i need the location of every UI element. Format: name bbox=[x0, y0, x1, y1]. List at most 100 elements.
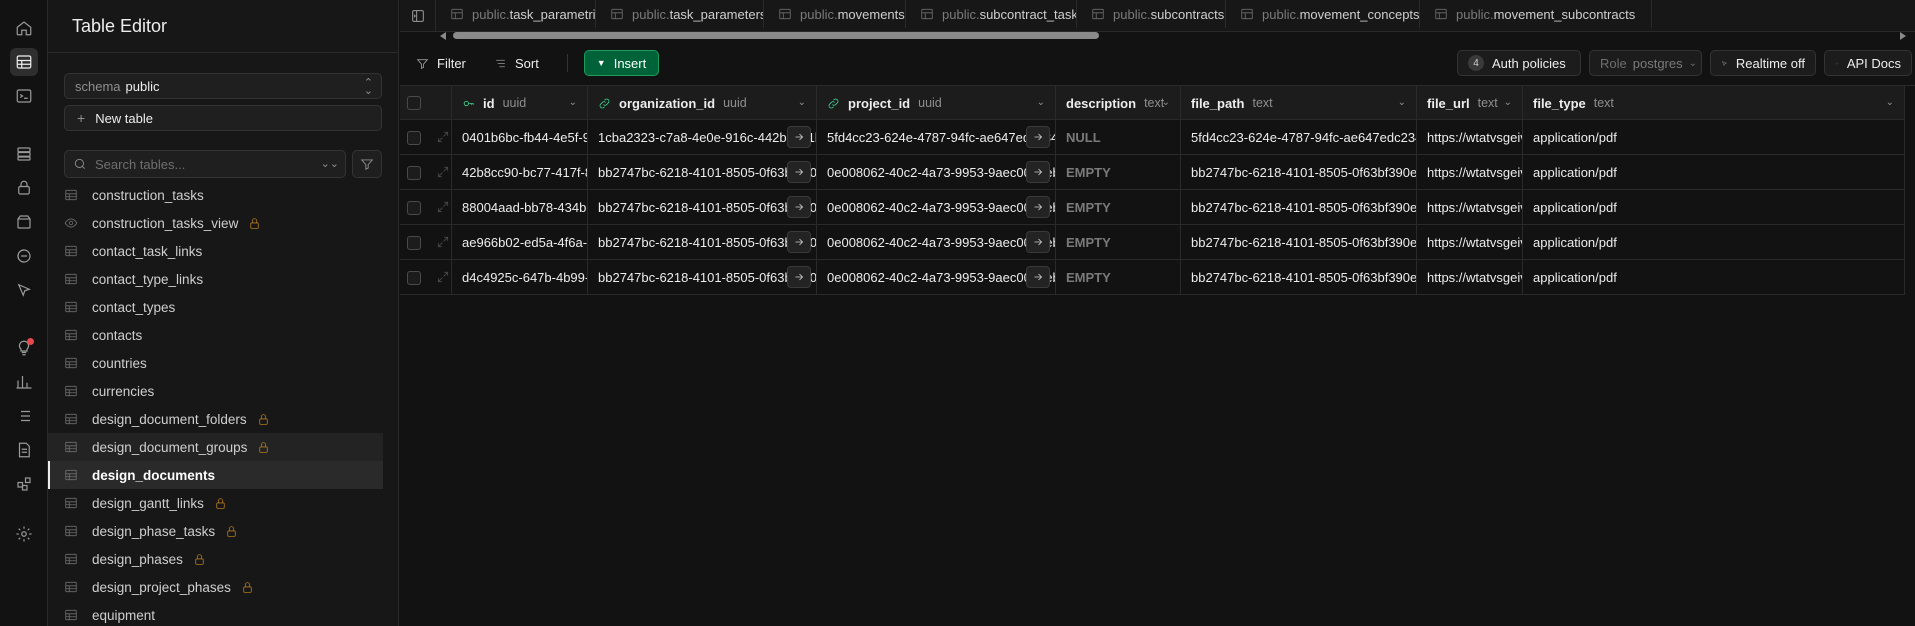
scroll-left-arrow-icon[interactable] bbox=[440, 32, 446, 40]
cell-description[interactable]: EMPTY bbox=[1056, 225, 1181, 260]
cell-description[interactable]: EMPTY bbox=[1056, 190, 1181, 225]
cell-id[interactable]: ae966b02-ed5a-4f6a-82e9- bbox=[452, 225, 588, 260]
edge-functions-icon[interactable] bbox=[10, 276, 38, 304]
cell-file-type[interactable]: application/pdf bbox=[1523, 260, 1905, 295]
table-row[interactable]: d4c4925c-647b-4b99-8dc bb2747bc-6218-4101… bbox=[400, 260, 1905, 295]
cell-file-type[interactable]: application/pdf bbox=[1523, 120, 1905, 155]
cell-file-type[interactable]: application/pdf bbox=[1523, 155, 1905, 190]
cell-organization-id[interactable]: bb2747bc-6218-4101-8505-0f63bf390e29 bbox=[588, 260, 817, 295]
auth-policies-button[interactable]: 4 Auth policies bbox=[1457, 50, 1581, 76]
tab-movements[interactable]: public. movements bbox=[764, 0, 906, 28]
cell-project-id[interactable]: 0e008062-40c2-4a73-9953-9aec0010eb22 bbox=[817, 260, 1056, 295]
fk-navigate-arrow-icon[interactable] bbox=[1026, 196, 1050, 218]
cell-file-path[interactable]: bb2747bc-6218-4101-8505-0f63bf390e29/0e0… bbox=[1181, 155, 1417, 190]
realtime-icon[interactable] bbox=[10, 242, 38, 270]
expand-row-icon[interactable] bbox=[436, 235, 450, 249]
fk-navigate-arrow-icon[interactable] bbox=[787, 266, 811, 288]
cell-project-id[interactable]: 0e008062-40c2-4a73-9953-9aec0010eb22 bbox=[817, 155, 1056, 190]
cell-project-id[interactable]: 0e008062-40c2-4a73-9953-9aec0010eb22 bbox=[817, 225, 1056, 260]
table-row[interactable]: 42b8cc90-bc77-417f-8ad5- bb2747bc-6218-41… bbox=[400, 155, 1905, 190]
column-menu-chevron-icon[interactable]: ⌄ bbox=[1398, 97, 1406, 108]
toggle-sidebar-button[interactable] bbox=[400, 0, 436, 32]
api-docs-icon[interactable] bbox=[10, 436, 38, 464]
fk-navigate-arrow-icon[interactable] bbox=[787, 196, 811, 218]
cell-file-url[interactable]: https://wtatvsgeivym bbox=[1417, 260, 1523, 295]
fk-navigate-arrow-icon[interactable] bbox=[787, 126, 811, 148]
cell-project-id[interactable]: 0e008062-40c2-4a73-9953-9aec0010eb22 bbox=[817, 190, 1056, 225]
new-table-button[interactable]: + New table bbox=[64, 105, 382, 131]
tab-scrollbar[interactable] bbox=[436, 30, 1915, 40]
column-menu-chevron-icon[interactable]: ⌄ bbox=[1504, 97, 1512, 108]
cell-id[interactable]: 88004aad-bb78-434b-925c bbox=[452, 190, 588, 225]
tab-task-parametric[interactable]: public. task_parametric bbox=[436, 0, 596, 28]
cell-file-type[interactable]: application/pdf bbox=[1523, 225, 1905, 260]
cell-file-path[interactable]: bb2747bc-6218-4101-8505-0f63bf390e29/0e0… bbox=[1181, 190, 1417, 225]
expand-row-icon[interactable] bbox=[436, 200, 450, 214]
fk-navigate-arrow-icon[interactable] bbox=[1026, 266, 1050, 288]
integrations-icon[interactable] bbox=[10, 470, 38, 498]
column-header-project-id[interactable]: project_id uuid ⌄ bbox=[817, 86, 1056, 120]
expand-row-icon[interactable] bbox=[436, 165, 450, 179]
expand-row-icon[interactable] bbox=[436, 130, 450, 144]
filter-button[interactable]: Filter bbox=[408, 50, 474, 76]
sql-editor-icon[interactable] bbox=[10, 82, 38, 110]
table-editor-icon[interactable] bbox=[10, 48, 38, 76]
sidebar-item-contacts[interactable]: contacts bbox=[48, 321, 383, 349]
sidebar-item-contact-types[interactable]: contact_types bbox=[48, 293, 383, 321]
realtime-toggle-button[interactable]: Realtime off bbox=[1710, 50, 1816, 76]
cell-file-url[interactable]: https://wtatvsgeivym bbox=[1417, 155, 1523, 190]
row-checkbox[interactable] bbox=[407, 200, 421, 215]
sidebar-item-construction-tasks[interactable]: construction_tasks bbox=[48, 186, 383, 209]
schema-select[interactable]: schema public ⌃ ⌄ bbox=[64, 73, 382, 99]
cell-file-url[interactable]: https://wtatvsgeivym bbox=[1417, 190, 1523, 225]
column-header-file-url[interactable]: file_url text ⌄ bbox=[1417, 86, 1523, 120]
tab-movement-subcontracts[interactable]: public. movement_subcontracts bbox=[1420, 0, 1652, 28]
api-docs-button[interactable]: API Docs bbox=[1824, 50, 1912, 76]
cell-description[interactable]: EMPTY bbox=[1056, 155, 1181, 190]
home-icon[interactable] bbox=[10, 14, 38, 42]
select-all-checkbox[interactable] bbox=[407, 96, 421, 110]
fk-navigate-arrow-icon[interactable] bbox=[1026, 161, 1050, 183]
cell-file-path[interactable]: 5fd4cc23-624e-4787-94fc-ae647edc2344/2d1… bbox=[1181, 120, 1417, 155]
table-row[interactable]: ae966b02-ed5a-4f6a-82e9- bb2747bc-6218-41… bbox=[400, 225, 1905, 260]
sort-button[interactable]: Sort bbox=[486, 50, 547, 76]
cell-project-id[interactable]: 5fd4cc23-624e-4787-94fc-ae647edc2344 bbox=[817, 120, 1056, 155]
sidebar-item-design-gantt-links[interactable]: design_gantt_links bbox=[48, 489, 383, 517]
database-icon[interactable] bbox=[10, 140, 38, 168]
cell-file-url[interactable]: https://wtatvsgeivym bbox=[1417, 225, 1523, 260]
filter-tables-button[interactable] bbox=[352, 150, 382, 178]
cell-file-url[interactable]: https://wtatvsgeivym bbox=[1417, 120, 1523, 155]
cell-file-path[interactable]: bb2747bc-6218-4101-8505-0f63bf390e29/0e0… bbox=[1181, 225, 1417, 260]
sidebar-item-design-documents[interactable]: design_documents bbox=[48, 461, 383, 489]
fk-navigate-arrow-icon[interactable] bbox=[787, 231, 811, 253]
fk-navigate-arrow-icon[interactable] bbox=[1026, 126, 1050, 148]
row-checkbox[interactable] bbox=[407, 130, 421, 145]
scroll-right-arrow-icon[interactable] bbox=[1900, 32, 1906, 40]
expand-row-icon[interactable] bbox=[436, 270, 450, 284]
sidebar-item-design-phases[interactable]: design_phases bbox=[48, 545, 383, 573]
cell-id[interactable]: 0401b6bc-fb44-4e5f-9019- bbox=[452, 120, 588, 155]
tab-scroll-thumb[interactable] bbox=[453, 32, 1099, 39]
sidebar-item-construction-tasks-view[interactable]: construction_tasks_view bbox=[48, 209, 383, 237]
tab-subcontracts[interactable]: public. subcontracts bbox=[1077, 0, 1226, 28]
fk-navigate-arrow-icon[interactable] bbox=[1026, 231, 1050, 253]
column-menu-chevron-icon[interactable]: ⌄ bbox=[1037, 97, 1045, 108]
table-row[interactable]: 88004aad-bb78-434b-925c bb2747bc-6218-410… bbox=[400, 190, 1905, 225]
cell-file-path[interactable]: bb2747bc-6218-4101-8505-0f63bf390e29/0e0… bbox=[1181, 260, 1417, 295]
cell-description[interactable]: EMPTY bbox=[1056, 260, 1181, 295]
column-header-organization-id[interactable]: organization_id uuid ⌄ bbox=[588, 86, 817, 120]
column-menu-chevron-icon[interactable]: ⌄ bbox=[569, 97, 577, 108]
column-menu-chevron-icon[interactable]: ⌄ bbox=[798, 97, 806, 108]
cell-organization-id[interactable]: bb2747bc-6218-4101-8505-0f63bf390e29 bbox=[588, 190, 817, 225]
auth-lock-icon[interactable] bbox=[10, 174, 38, 202]
column-menu-chevron-icon[interactable]: ⌄ bbox=[1162, 97, 1170, 108]
cell-id[interactable]: d4c4925c-647b-4b99-8dc bbox=[452, 260, 588, 295]
sidebar-item-design-document-groups[interactable]: design_document_groups bbox=[48, 433, 383, 461]
sidebar-item-design-phase-tasks[interactable]: design_phase_tasks bbox=[48, 517, 383, 545]
sidebar-item-countries[interactable]: countries bbox=[48, 349, 383, 377]
cell-organization-id[interactable]: bb2747bc-6218-4101-8505-0f63bf390e29 bbox=[588, 225, 817, 260]
settings-gear-icon[interactable] bbox=[10, 520, 38, 548]
reports-icon[interactable] bbox=[10, 368, 38, 396]
sort-chevron-icon[interactable]: ⌄⌄ bbox=[321, 157, 339, 170]
table-row[interactable]: 0401b6bc-fb44-4e5f-9019- 1cba2323-c7a8-4e… bbox=[400, 120, 1905, 155]
